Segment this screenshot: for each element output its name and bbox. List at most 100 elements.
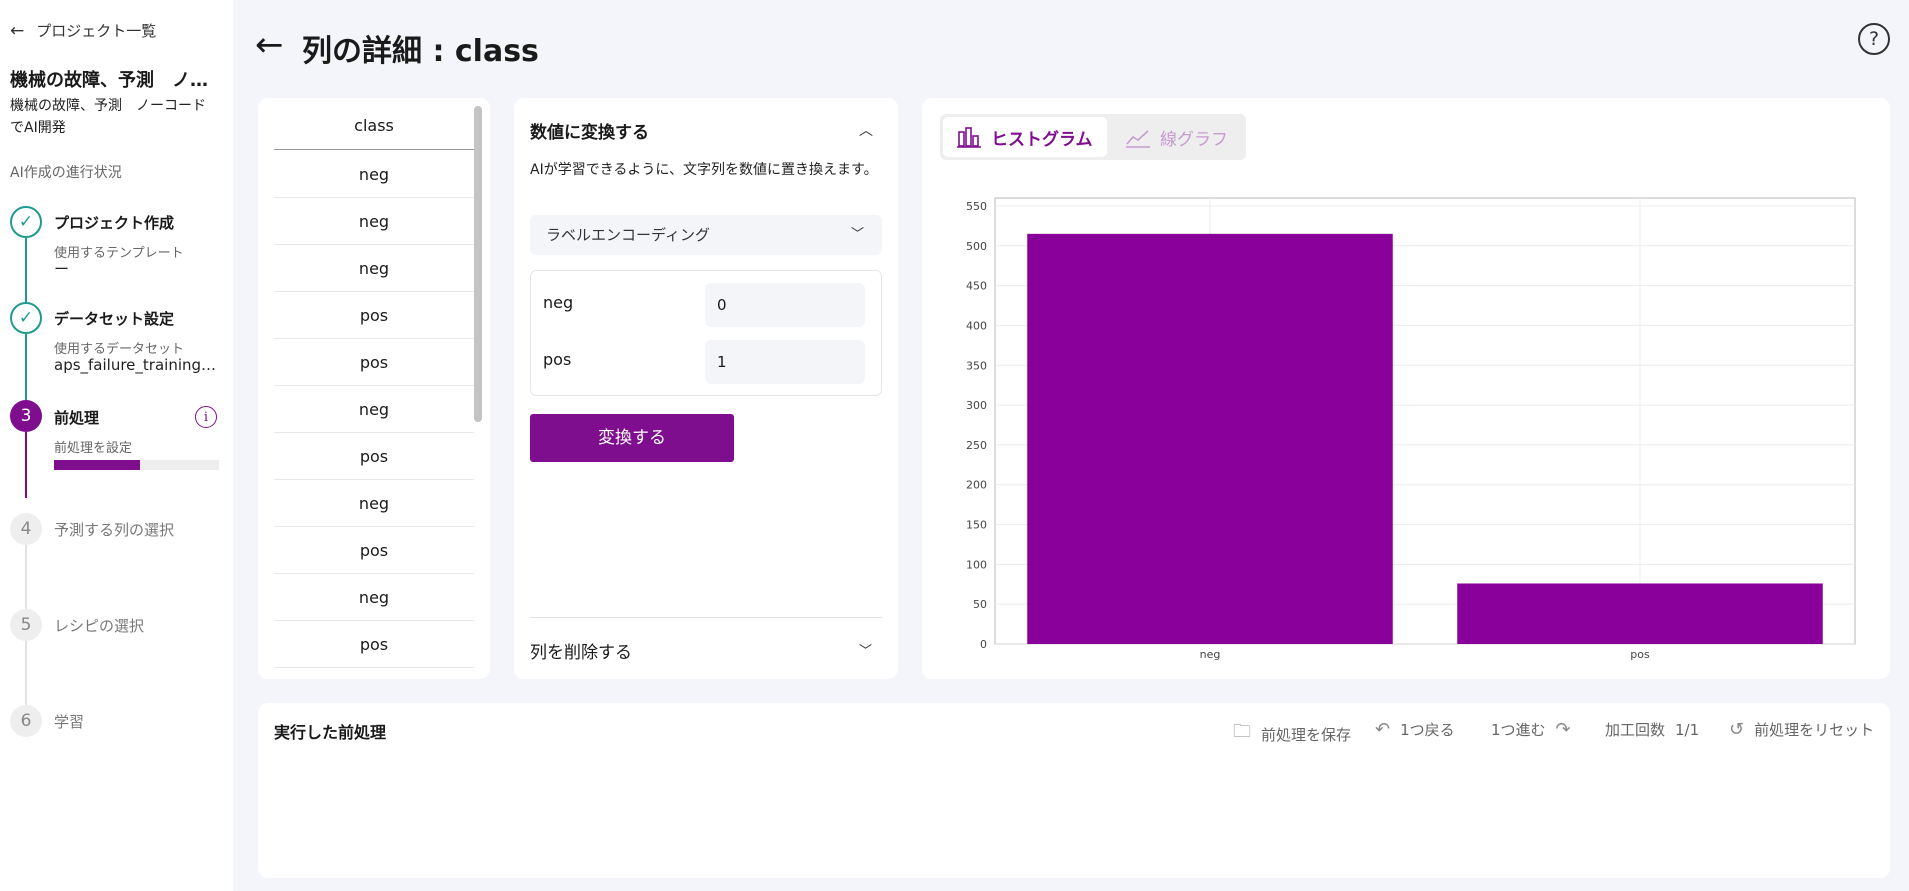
step-1-check-icon: ✓ <box>10 206 42 238</box>
y-tick-label: 350 <box>966 359 987 372</box>
x-tick-label: neg <box>1200 648 1221 661</box>
convert-button[interactable]: 変換する <box>530 414 734 462</box>
process-count-label: 加工回数 <box>1605 721 1666 739</box>
y-tick-label: 100 <box>966 558 987 571</box>
y-tick-label: 0 <box>980 638 987 651</box>
y-tick-label: 250 <box>966 439 987 452</box>
y-tick-label: 150 <box>966 519 987 532</box>
sidebar: ← プロジェクト一覧 機械の故障、予測 ノーコードでAI開発 機械の故障、予測 … <box>0 0 233 891</box>
reset-preprocessing-button[interactable]: ↺ 前処理をリセット <box>1719 719 1874 740</box>
bar-pos <box>1457 583 1823 644</box>
step-6-number: 6 <box>10 705 42 737</box>
save-preprocessing-button[interactable]: 🗀 前処理を保存 <box>1223 719 1351 749</box>
back-to-projects-link[interactable]: ← プロジェクト一覧 <box>10 20 156 41</box>
step-5-number: 5 <box>10 609 42 641</box>
tab-line-graph[interactable]: 線グラフ <box>1112 117 1242 157</box>
tab-line-graph-label: 線グラフ <box>1160 129 1228 150</box>
list-item: neg <box>274 198 474 245</box>
undo-button[interactable]: ↶ 1つ戻る <box>1365 719 1455 740</box>
y-tick-label: 550 <box>966 200 987 213</box>
back-arrow-button[interactable]: ← <box>255 28 284 62</box>
arrow-left-icon: ← <box>10 20 25 41</box>
step-connector <box>25 432 27 498</box>
chart-panel: 0 50 100 150 200 250 300 350 400 450 500 550 neg pos … <box>922 98 1890 679</box>
step-4-number: 4 <box>10 513 42 545</box>
reset-icon: ↺ <box>1729 719 1745 740</box>
undo-icon: ↶ <box>1375 719 1391 740</box>
step-3-progress-bar <box>54 460 219 470</box>
back-to-projects-label: プロジェクト一覧 <box>36 22 157 40</box>
chevron-down-icon: ﹀ <box>850 227 864 242</box>
y-tick-label: 500 <box>966 240 987 253</box>
step-connector <box>25 641 27 705</box>
list-item: neg <box>274 574 474 621</box>
histogram-icon <box>957 127 981 148</box>
tab-histogram[interactable]: ヒストグラム <box>943 117 1107 157</box>
project-description: 機械の故障、予測 ノーコードでAI開発 <box>10 98 206 136</box>
history-title: 実行した前処理 <box>274 723 387 742</box>
step-connector <box>25 545 27 609</box>
progress-label: AI作成の進行状況 <box>10 165 122 181</box>
list-item: neg <box>274 480 474 527</box>
scrollbar-thumb[interactable] <box>474 106 482 422</box>
list-item: pos <box>274 527 474 574</box>
delete-column-section-title[interactable]: 列を削除する <box>530 638 632 663</box>
convert-description: AIが学習できるように、文字列を数値に置き換えます。 <box>530 162 878 178</box>
chevron-up-icon[interactable]: ︿ <box>859 120 873 140</box>
redo-button[interactable]: 1つ進む ↷ <box>1491 719 1581 740</box>
mapping-input-pos[interactable]: 1 <box>705 340 865 384</box>
process-count: 加工回数 1/1 <box>1605 719 1699 740</box>
save-preprocessing-label: 前処理を保存 <box>1261 725 1352 744</box>
reset-preprocessing-label: 前処理をリセット <box>1754 721 1875 739</box>
convert-section-title[interactable]: 数値に変換する <box>530 118 649 143</box>
list-item: pos <box>274 433 474 480</box>
redo-label: 1つ進む <box>1491 721 1546 739</box>
list-item: neg <box>274 151 474 198</box>
line-graph-icon <box>1126 130 1150 148</box>
list-item: pos <box>274 292 474 339</box>
convert-panel: 数値に変換する ︿ AIが学習できるように、文字列を数値に置き換えます。 ラベル… <box>514 98 898 679</box>
values-column-header: class <box>274 116 474 150</box>
step-3-title[interactable]: 前処理 <box>54 407 99 428</box>
process-count-value: 1/1 <box>1675 720 1700 739</box>
tab-histogram-label: ヒストグラム <box>991 129 1093 150</box>
step-2-subtitle: 使用するデータセット <box>54 342 185 357</box>
redo-icon: ↷ <box>1555 719 1571 740</box>
y-tick-label: 400 <box>966 319 987 332</box>
help-icon[interactable]: ? <box>1858 23 1890 55</box>
project-title: 機械の故障、予測 ノーコードでAI開発 <box>10 70 222 91</box>
x-tick-label: pos <box>1630 648 1650 661</box>
info-icon[interactable]: i <box>195 406 217 428</box>
page-title: 列の詳細 : class <box>302 34 539 69</box>
value-mapping-box: neg 0 pos 1 <box>530 270 882 396</box>
list-item: pos <box>274 339 474 386</box>
y-tick-label: 450 <box>966 280 987 293</box>
histogram-chart: 0 50 100 150 200 250 300 350 400 450 500 550 neg pos <box>966 197 1856 661</box>
list-item: neg <box>274 386 474 433</box>
step-3-number: 3 <box>10 400 42 432</box>
bar-neg <box>1027 233 1393 644</box>
step-1-value: ー <box>54 260 70 278</box>
step-2-title[interactable]: データセット設定 <box>54 308 174 329</box>
divider <box>530 617 882 618</box>
preprocessing-history-panel: 実行した前処理 🗀 前処理を保存 ↶ 1つ戻る 1つ進む ↷ 加工回数 1/1 … <box>258 703 1890 878</box>
mapping-input-neg[interactable]: 0 <box>705 283 865 327</box>
y-tick-label: 50 <box>973 598 987 611</box>
step-3-subtitle: 前処理を設定 <box>54 441 133 456</box>
save-folder-icon: 🗀 <box>1233 721 1251 742</box>
chart-type-tabs: ヒストグラム 線グラフ <box>940 114 1246 160</box>
mapping-label-neg: neg <box>543 293 574 312</box>
step-1-title[interactable]: プロジェクト作成 <box>54 212 174 233</box>
encoding-select[interactable]: ラベルエンコーディング ﹀ <box>530 215 882 255</box>
list-item: pos <box>274 621 474 668</box>
step-2-value: aps_failure_training_set <box>54 356 219 374</box>
step-2-check-icon: ✓ <box>10 302 42 334</box>
column-values-panel: class neg neg neg pos pos neg pos neg po… <box>258 98 490 679</box>
encoding-select-value: ラベルエンコーディング <box>546 226 710 244</box>
y-tick-label: 200 <box>966 479 987 492</box>
chevron-down-icon[interactable]: ﹀ <box>859 640 872 659</box>
mapping-label-pos: pos <box>543 350 572 369</box>
step-6-title: 学習 <box>54 713 85 731</box>
step-4-title: 予測する列の選択 <box>54 521 175 539</box>
step-5-title: レシピの選択 <box>54 617 145 635</box>
